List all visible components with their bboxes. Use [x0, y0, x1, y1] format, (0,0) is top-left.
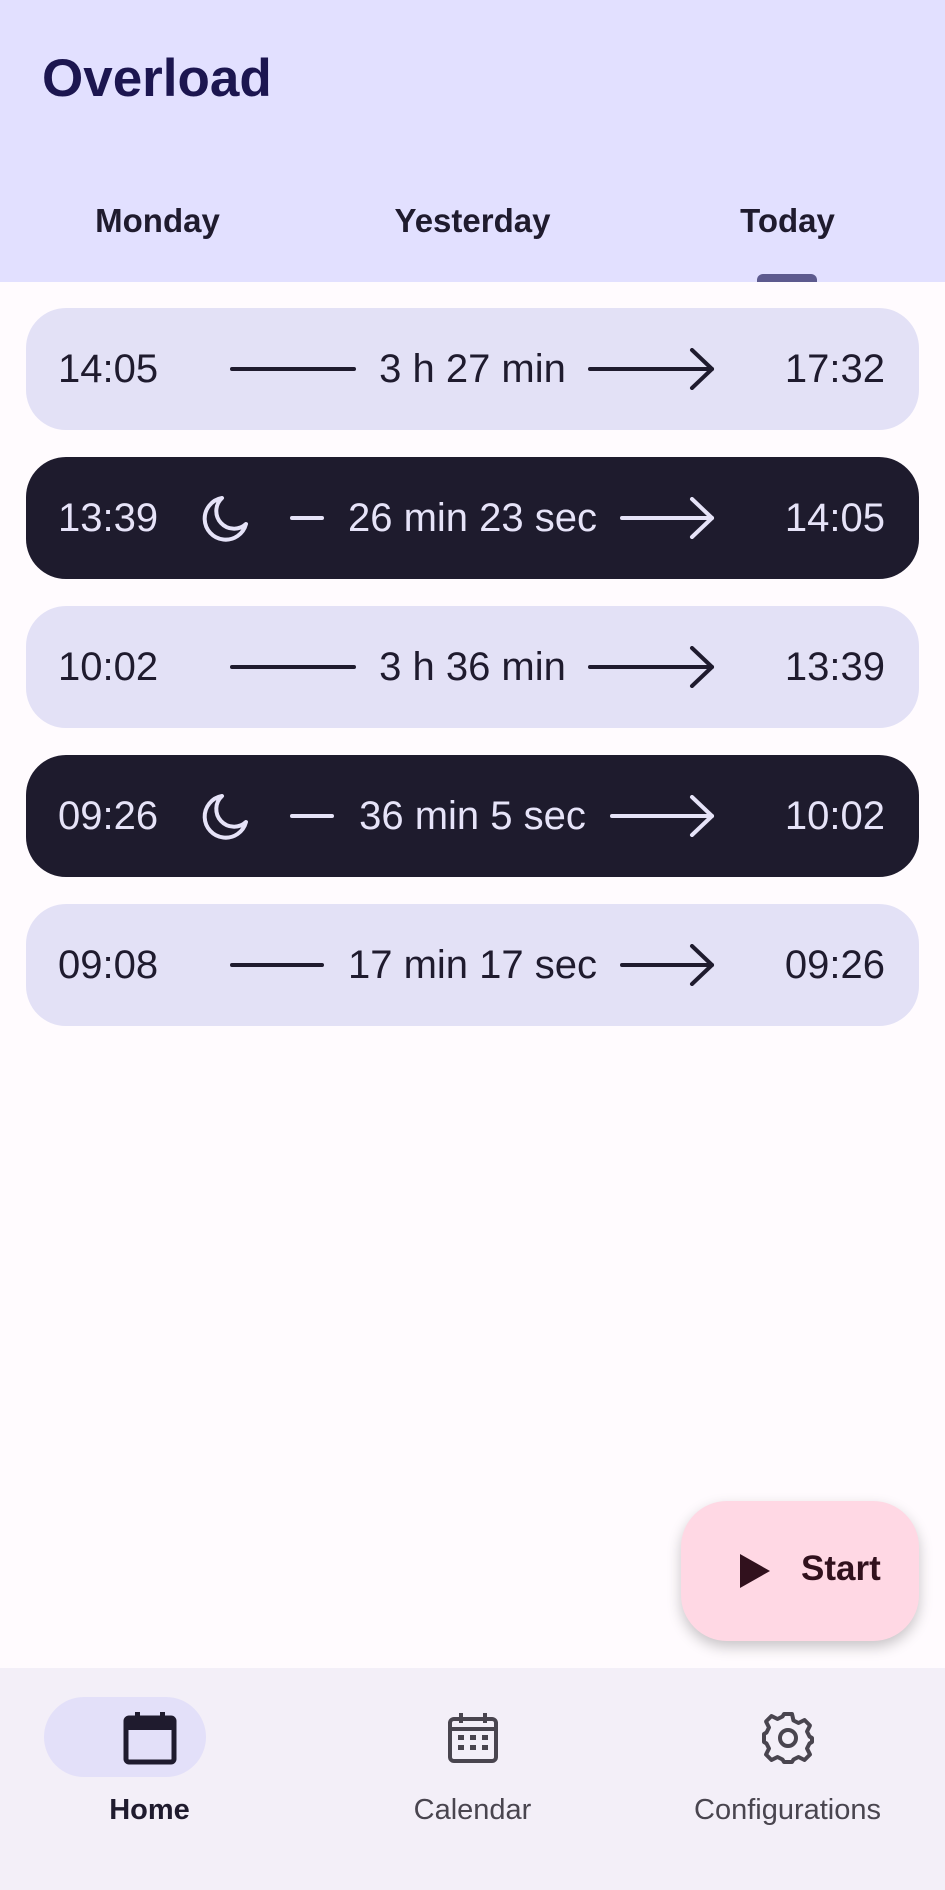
calendar-grid-icon — [448, 1713, 498, 1763]
nav-item-configurations[interactable]: Configurations — [630, 1668, 945, 1890]
session-end-time: 14:05 — [784, 496, 885, 540]
bottom-navigation: Home Calendar Configurations — [0, 1668, 945, 1890]
session-end-time: 10:02 — [784, 794, 885, 838]
session-row-work[interactable]: 10:02 3 h 36 min 13:39 — [26, 606, 919, 728]
session-list[interactable]: 14:05 3 h 27 min 17:32 13:39 26 min 23 s… — [26, 308, 919, 1053]
arrow-right-icon — [588, 646, 714, 688]
arrow-right-icon — [588, 348, 714, 390]
nav-label: Home — [109, 1794, 190, 1826]
top-app-bar: Overload Monday Yesterday Today — [0, 0, 945, 282]
session-row-pause[interactable]: 13:39 26 min 23 sec 14:05 — [26, 457, 919, 579]
arrow-right-icon — [620, 944, 714, 986]
app-title: Overload — [42, 49, 272, 108]
day-tabs: Monday Yesterday Today — [0, 196, 945, 282]
tab-selected-indicator — [757, 274, 817, 282]
nav-label: Configurations — [694, 1794, 881, 1826]
tab-today[interactable]: Today — [630, 196, 945, 282]
gear-icon — [762, 1712, 814, 1764]
tab-label: Monday — [95, 202, 220, 239]
session-end-time: 13:39 — [784, 645, 885, 689]
calendar-day-icon — [123, 1712, 177, 1765]
nav-item-calendar[interactable]: Calendar — [315, 1668, 630, 1890]
tab-label: Today — [740, 202, 835, 239]
tab-monday[interactable]: Monday — [0, 196, 315, 282]
start-button-label: Start — [801, 1549, 881, 1588]
play-icon — [740, 1554, 770, 1588]
tab-yesterday[interactable]: Yesterday — [315, 196, 630, 282]
session-end-time: 09:26 — [784, 943, 885, 987]
start-button[interactable]: Start — [681, 1501, 919, 1641]
nav-item-home[interactable]: Home — [0, 1668, 315, 1890]
session-row-work[interactable]: 09:08 17 min 17 sec 09:26 — [26, 904, 919, 1026]
session-row-pause[interactable]: 09:26 36 min 5 sec 10:02 — [26, 755, 919, 877]
app-root: Overload Monday Yesterday Today 14:05 3 … — [0, 0, 945, 1890]
arrow-right-icon — [610, 795, 714, 837]
tab-label: Yesterday — [394, 202, 551, 239]
arrow-right-icon — [620, 497, 714, 539]
session-row-work[interactable]: 14:05 3 h 27 min 17:32 — [26, 308, 919, 430]
session-end-time: 17:32 — [784, 347, 885, 391]
nav-label: Calendar — [413, 1794, 532, 1826]
